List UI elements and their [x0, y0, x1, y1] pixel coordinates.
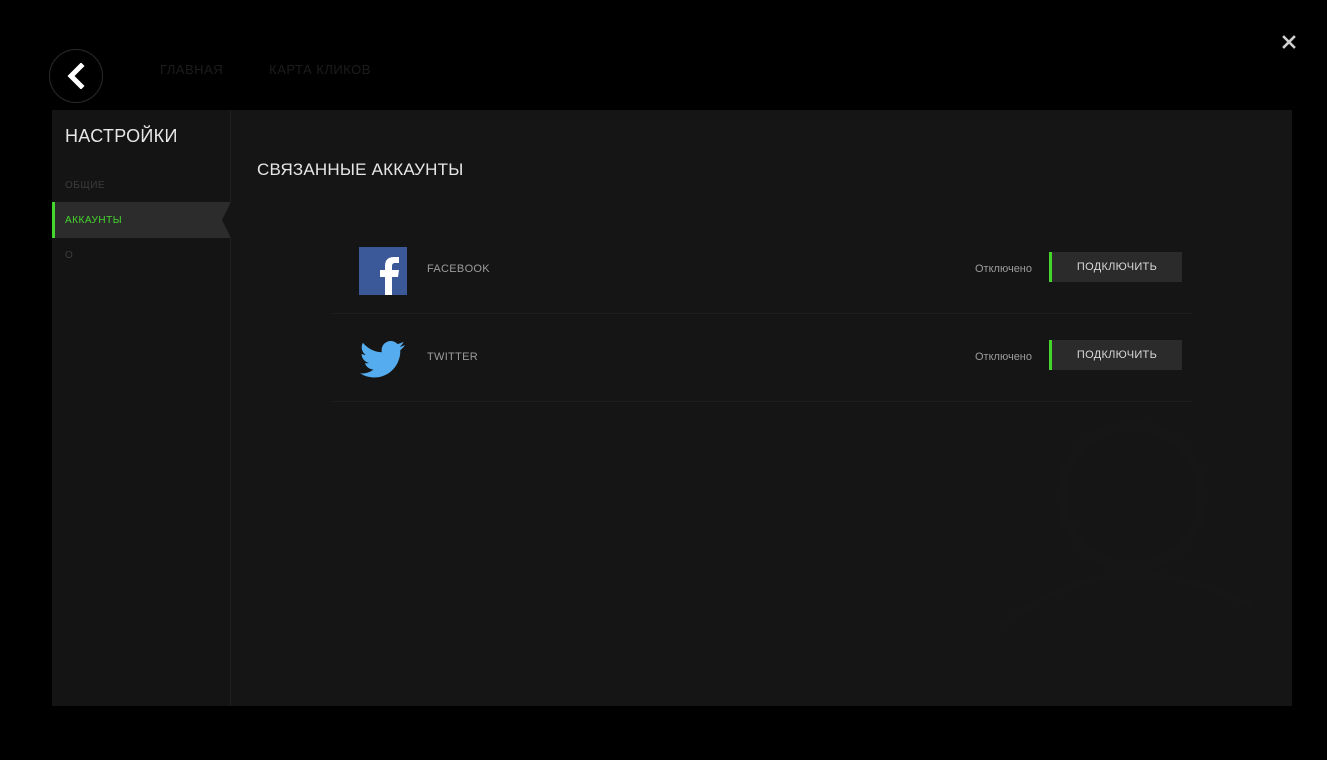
sidebar-item-about[interactable]: О: [52, 237, 230, 273]
app-window: ГЛАВНАЯ КАРТА КЛИКОВ НАСТРОЙКИ ОБЩИЕ АКК…: [0, 0, 1327, 760]
sidebar: НАСТРОЙКИ ОБЩИЕ АККАУНТЫ О: [52, 110, 231, 706]
connect-twitter-button[interactable]: ПОДКЛЮЧИТЬ: [1049, 340, 1182, 370]
razer-watermark: [1000, 421, 1254, 629]
top-nav-home[interactable]: ГЛАВНАЯ: [160, 62, 223, 77]
close-button[interactable]: [1279, 32, 1299, 52]
sidebar-item-label: ОБЩИЕ: [65, 179, 106, 191]
sidebar-item-label: О: [65, 249, 74, 261]
account-row-facebook: FACEBOOK Отключено ПОДКЛЮЧИТЬ: [332, 225, 1192, 314]
account-status: Отключено: [975, 263, 1032, 275]
sidebar-title: НАСТРОЙКИ: [65, 126, 178, 146]
top-nav-heatmap[interactable]: КАРТА КЛИКОВ: [269, 62, 371, 77]
facebook-icon: [359, 247, 407, 295]
top-nav: ГЛАВНАЯ КАРТА КЛИКОВ: [160, 62, 371, 77]
twitter-icon: [360, 341, 405, 378]
account-status: Отключено: [975, 351, 1032, 363]
sidebar-item-label: АККАУНТЫ: [65, 214, 123, 226]
account-name: FACEBOOK: [427, 263, 490, 275]
sidebar-item-accounts[interactable]: АККАУНТЫ: [52, 202, 231, 238]
connect-facebook-button[interactable]: ПОДКЛЮЧИТЬ: [1049, 252, 1182, 282]
back-button[interactable]: [49, 49, 103, 103]
settings-panel: НАСТРОЙКИ ОБЩИЕ АККАУНТЫ О СВЯЗАННЫЕ АКК…: [52, 110, 1292, 706]
sidebar-item-general[interactable]: ОБЩИЕ: [52, 167, 230, 203]
close-icon: [1282, 35, 1296, 49]
section-title: СВЯЗАННЫЕ АККАУНТЫ: [257, 160, 464, 179]
account-name: TWITTER: [427, 351, 478, 363]
account-row-twitter: TWITTER Отключено ПОДКЛЮЧИТЬ: [332, 313, 1192, 402]
chevron-left-icon: [67, 63, 85, 89]
